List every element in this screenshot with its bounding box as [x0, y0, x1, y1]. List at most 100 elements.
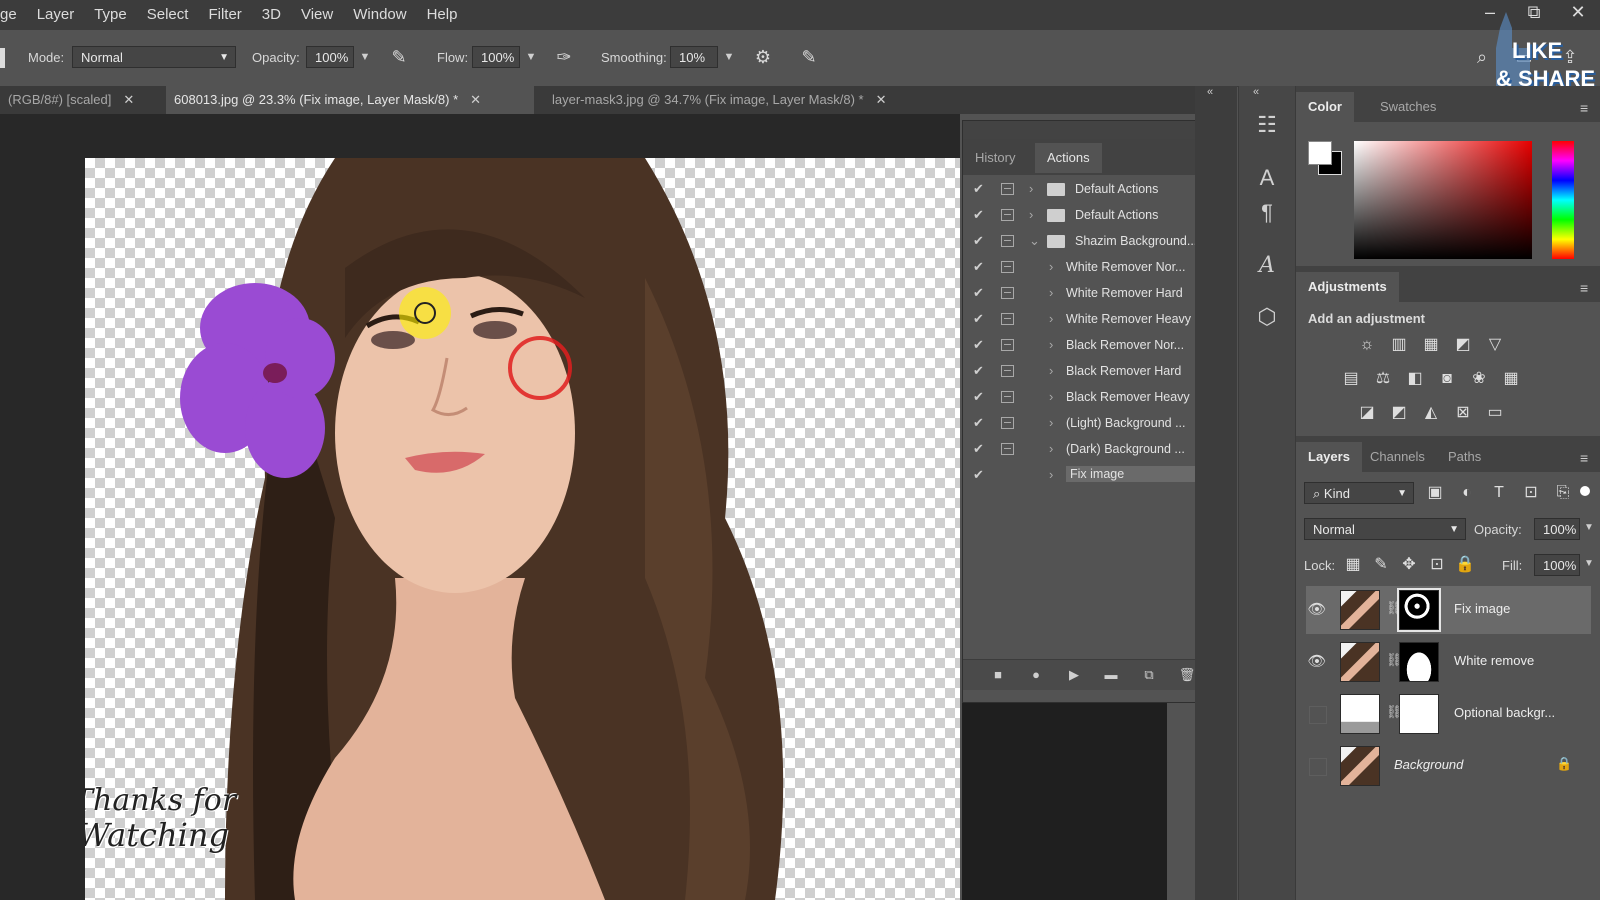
dialog-toggle-icon[interactable] — [1001, 313, 1014, 325]
menu-help[interactable]: Help — [417, 0, 468, 30]
action-row[interactable]: ✔ › Default Actions — [963, 203, 1229, 229]
menu-type[interactable]: Type — [84, 0, 137, 30]
pressure-size-icon[interactable]: ✎ — [797, 45, 821, 69]
checkmark-icon[interactable]: ✔ — [973, 259, 984, 275]
record-icon[interactable]: ● — [1026, 666, 1046, 684]
filter-smart-object-icon[interactable]: ⎘ — [1552, 482, 1574, 504]
properties-icon[interactable]: ☷ — [1247, 108, 1287, 142]
dialog-toggle-icon[interactable] — [1001, 287, 1014, 299]
flow-input[interactable]: 100% — [472, 46, 520, 68]
exposure-icon[interactable]: ◩ — [1452, 334, 1474, 356]
play-icon[interactable]: ▶ — [1064, 666, 1084, 684]
visibility-eye-icon[interactable] — [1309, 706, 1327, 724]
close-icon[interactable]: ✕ — [123, 92, 134, 107]
panel-menu-icon[interactable]: ≡ — [1580, 450, 1588, 466]
menu-image[interactable]: ge — [0, 0, 27, 30]
dialog-toggle-icon[interactable] — [1001, 183, 1014, 195]
dialog-toggle-icon[interactable] — [1001, 443, 1014, 455]
trash-icon[interactable]: 🗑 — [1177, 666, 1197, 684]
tab-history[interactable]: History — [963, 143, 1027, 173]
dialog-toggle-icon[interactable] — [1001, 261, 1014, 273]
color-field[interactable] — [1354, 141, 1532, 259]
checkmark-icon[interactable]: ✔ — [973, 363, 984, 379]
menu-filter[interactable]: Filter — [198, 0, 251, 30]
stop-icon[interactable]: ■ — [988, 666, 1008, 684]
new-action-icon[interactable]: ⧉ — [1139, 666, 1159, 684]
tab-document-2[interactable]: 608013.jpg @ 23.3% (Fix image, Layer Mas… — [166, 86, 534, 114]
smoothing-input[interactable]: 10% — [670, 46, 718, 68]
mode-select[interactable]: Normal ▼ — [72, 46, 236, 68]
action-row[interactable]: ✔ › (Dark) Background ... — [963, 437, 1229, 463]
vibrance-icon[interactable]: ▽ — [1484, 334, 1506, 356]
checkmark-icon[interactable]: ✔ — [973, 467, 984, 483]
layer-thumbnail[interactable] — [1340, 590, 1380, 630]
tab-layers[interactable]: Layers — [1296, 442, 1362, 472]
foreground-color-swatch[interactable] — [1308, 141, 1332, 165]
lock-pixels-icon[interactable]: ✎ — [1370, 554, 1392, 576]
threshold-icon[interactable]: ◭ — [1420, 402, 1442, 424]
layer-row[interactable]: 👁 ⛓ White remove — [1306, 638, 1591, 686]
action-row[interactable]: ✔ › Fix image — [963, 463, 1229, 489]
tab-document-1[interactable]: (RGB/8#) [scaled] ✕ — [0, 86, 165, 114]
curves-icon[interactable]: ▦ — [1420, 334, 1442, 356]
action-row[interactable]: ✔ › Black Remover Nor... — [963, 333, 1229, 359]
tab-swatches[interactable]: Swatches — [1368, 92, 1448, 122]
tab-actions[interactable]: Actions — [1035, 143, 1102, 173]
layer-filter-select[interactable]: ⌕ Kind ▼ — [1304, 482, 1414, 504]
document-canvas[interactable]: Thanks for Watching — [85, 158, 960, 900]
layer-mask-thumbnail[interactable] — [1399, 694, 1439, 734]
3d-cube-icon[interactable]: ⬡ — [1247, 300, 1287, 334]
visibility-eye-icon[interactable]: 👁 — [1306, 599, 1328, 621]
chevron-right-icon[interactable]: › — [1049, 441, 1053, 456]
chevron-right-icon[interactable]: › — [1049, 363, 1053, 378]
filter-toggle[interactable] — [1580, 486, 1590, 496]
chevron-down-icon[interactable]: ▼ — [521, 46, 541, 68]
paragraph-icon[interactable]: ¶ — [1247, 196, 1287, 230]
checkmark-icon[interactable]: ✔ — [973, 285, 984, 301]
channel-mixer-icon[interactable]: ❀ — [1468, 368, 1490, 390]
chevron-right-icon[interactable]: › — [1049, 285, 1053, 300]
photo-filter-icon[interactable]: ◙ — [1436, 368, 1458, 390]
menu-view[interactable]: View — [291, 0, 343, 30]
chevron-down-icon[interactable]: ⌄ — [1029, 233, 1040, 249]
menu-layer[interactable]: Layer — [27, 0, 85, 30]
checkmark-icon[interactable]: ✔ — [973, 441, 984, 457]
character-icon[interactable]: A — [1247, 161, 1287, 195]
panel-menu-icon[interactable]: ≡ — [1580, 280, 1588, 296]
collapse-icon[interactable]: « — [1253, 86, 1259, 98]
menu-3d[interactable]: 3D — [252, 0, 291, 30]
chevron-right-icon[interactable]: › — [1029, 207, 1033, 222]
action-row[interactable]: ✔ › Black Remover Heavy — [963, 385, 1229, 411]
action-row[interactable]: ✔ › (Light) Background ... — [963, 411, 1229, 437]
color-lookup-icon[interactable]: ▦ — [1500, 368, 1522, 390]
layer-thumbnail[interactable] — [1340, 694, 1380, 734]
collapse-icon[interactable]: « — [1207, 86, 1213, 98]
lock-transparency-icon[interactable]: ▦ — [1342, 554, 1364, 576]
action-row[interactable]: ✔ › Default Actions — [963, 177, 1229, 203]
layer-row[interactable]: 👁 ⛓ Fix image — [1306, 586, 1591, 634]
dialog-toggle-icon[interactable] — [1001, 391, 1014, 403]
action-row[interactable]: ✔ › White Remover Hard — [963, 281, 1229, 307]
chevron-right-icon[interactable]: › — [1049, 337, 1053, 352]
checkmark-icon[interactable]: ✔ — [973, 415, 984, 431]
dialog-toggle-icon[interactable] — [1001, 417, 1014, 429]
checkmark-icon[interactable]: ✔ — [973, 233, 984, 249]
levels-icon[interactable]: ▥ — [1388, 334, 1410, 356]
dialog-toggle-icon[interactable] — [1001, 339, 1014, 351]
chevron-right-icon[interactable]: › — [1049, 467, 1053, 482]
brightness-icon[interactable]: ☼ — [1356, 334, 1378, 356]
fill-input[interactable]: 100% — [1534, 554, 1580, 576]
color-balance-icon[interactable]: ⚖ — [1372, 368, 1394, 390]
close-icon[interactable]: ✕ — [876, 92, 887, 107]
chevron-down-icon[interactable]: ▼ — [719, 46, 739, 68]
checkmark-icon[interactable]: ✔ — [973, 337, 984, 353]
tab-document-3[interactable]: layer-mask3.jpg @ 34.7% (Fix image, Laye… — [544, 86, 944, 114]
action-row[interactable]: ✔ › White Remover Nor... — [963, 255, 1229, 281]
checkmark-icon[interactable]: ✔ — [973, 181, 984, 197]
invert-icon[interactable]: ◪ — [1356, 402, 1378, 424]
opacity-input[interactable]: 100% — [306, 46, 354, 68]
tool-preset-icon[interactable] — [0, 48, 5, 68]
filter-pixel-icon[interactable]: ▣ — [1424, 482, 1446, 504]
hue-slider[interactable] — [1552, 141, 1574, 259]
chevron-down-icon[interactable]: ▼ — [1584, 522, 1594, 533]
